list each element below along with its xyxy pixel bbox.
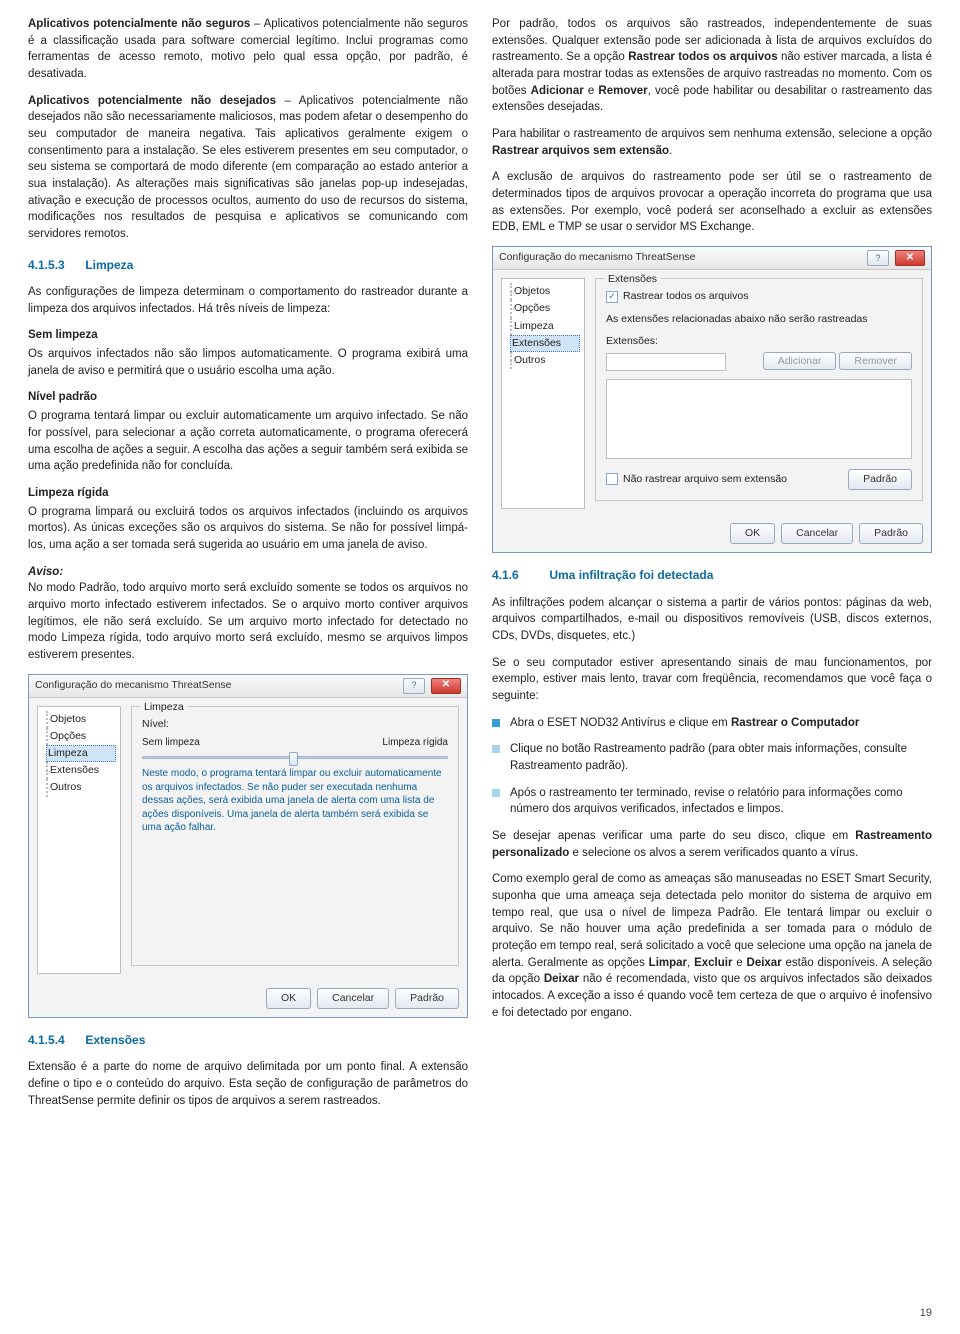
close-icon[interactable]: ✕ [431, 678, 461, 694]
infiltration-p1: As infiltrações podem alcançar o sistema… [492, 595, 932, 645]
tree-item-opcoes[interactable]: Opções [46, 728, 116, 745]
remove-button[interactable]: Remover [839, 352, 912, 370]
default-button[interactable]: Padrão [395, 988, 459, 1009]
heading-4154: 4.1.5.4 Extensões [28, 1032, 468, 1049]
add-button[interactable]: Adicionar [763, 352, 837, 370]
noext-label: Não rastrear arquivo sem extensão [623, 472, 787, 487]
page-number: 19 [920, 1306, 932, 1322]
rest-unwanted: – Aplicativos potencialmente não desejad… [28, 95, 468, 240]
groupbox-limpeza-legend: Limpeza [140, 700, 188, 715]
cancel-button[interactable]: Cancelar [781, 523, 853, 544]
lead-unsafe: Aplicativos potencialmente não seguros [28, 18, 250, 30]
heading-4154-title: Extensões [85, 1033, 145, 1047]
slider-left-label: Sem limpeza [142, 736, 200, 751]
extension-input[interactable] [606, 353, 726, 371]
dialog-extensoes-titlebar[interactable]: Configuração do mecanismo ThreatSense ? … [493, 247, 931, 270]
ext-label: Extensões: [606, 334, 912, 349]
ok-button[interactable]: OK [730, 523, 775, 544]
tree-item-limpeza[interactable]: Limpeza [46, 745, 116, 762]
dialog-limpeza-title: Configuração do mecanismo ThreatSense [35, 678, 397, 693]
tree-item-extensoes[interactable]: Extensões [46, 762, 116, 779]
aviso-h: Aviso: [28, 564, 468, 581]
nivel-padrao-h: Nível padrão [28, 389, 468, 406]
tree-item-objetos[interactable]: Objetos [46, 711, 116, 728]
sem-limpeza-h: Sem limpeza [28, 327, 468, 344]
dialog-limpeza: Configuração do mecanismo ThreatSense ? … [28, 674, 468, 1018]
heading-4153-title: Limpeza [85, 258, 133, 272]
tree-item-outros[interactable]: Outros [510, 352, 580, 369]
left-column: Aplicativos potencialmente não seguros –… [28, 16, 468, 1119]
heading-4153-num: 4.1.5.3 [28, 257, 82, 274]
sem-limpeza-p: Os arquivos infectados não são limpos au… [28, 346, 468, 379]
nivel-label: Nível: [142, 717, 448, 732]
cancel-button[interactable]: Cancelar [317, 988, 389, 1009]
dialog-extensoes-tree[interactable]: Objetos Opções Limpeza Extensões Outros [501, 278, 585, 509]
limpeza-rigida-p: O programa limpará ou excluirá todos os … [28, 504, 468, 554]
extensoes-p: Extensão é a parte do nome de arquivo de… [28, 1059, 468, 1109]
list-item: Abra o ESET NOD32 Antivírus e clique em … [492, 715, 932, 732]
tree-item-limpeza[interactable]: Limpeza [510, 318, 580, 335]
groupbox-extensoes-legend: Extensões [604, 272, 661, 287]
slider-thumb[interactable] [289, 752, 298, 766]
list-item: Após o rastreamento ter terminado, revis… [492, 785, 932, 818]
tree-item-objetos[interactable]: Objetos [510, 283, 580, 300]
noext-checkbox-row[interactable]: Não rastrear arquivo sem extensão [606, 472, 787, 487]
bullet-icon [492, 719, 500, 727]
default-button[interactable]: Padrão [859, 523, 923, 544]
scan-all-checkbox-row[interactable]: ✓ Rastrear todos os arquivos [606, 289, 748, 304]
close-icon[interactable]: ✕ [895, 250, 925, 266]
ext-note: As extensões relacionadas abaixo não ser… [606, 312, 912, 327]
checkbox-checked-icon[interactable]: ✓ [606, 291, 618, 303]
tree-item-opcoes[interactable]: Opções [510, 300, 580, 317]
right-column: Por padrão, todos os arquivos são rastre… [492, 16, 932, 1119]
default-inner-button[interactable]: Padrão [848, 469, 912, 490]
ext-default-p: Por padrão, todos os arquivos são rastre… [492, 16, 932, 116]
bullet-icon [492, 789, 500, 797]
example-p: Como exemplo geral de como as ameaças sã… [492, 871, 932, 1021]
dialog-limpeza-tree[interactable]: Objetos Opções Limpeza Extensões Outros [37, 706, 121, 974]
heading-416-num: 4.1.6 [492, 567, 546, 584]
help-icon[interactable]: ? [403, 678, 425, 694]
aviso-p: No modo Padrão, todo arquivo morto será … [28, 580, 468, 663]
groupbox-extensoes: Extensões ✓ Rastrear todos os arquivos A… [595, 278, 923, 501]
dialog-limpeza-titlebar[interactable]: Configuração do mecanismo ThreatSense ? … [29, 675, 467, 698]
slider-right-label: Limpeza rígida [382, 736, 448, 751]
para-apps-unsafe: Aplicativos potencialmente não seguros –… [28, 16, 468, 83]
bullet-icon [492, 745, 500, 753]
dialog-extensoes: Configuração do mecanismo ThreatSense ? … [492, 246, 932, 553]
custom-scan-p: Se desejar apenas verificar uma parte do… [492, 828, 932, 861]
nivel-padrao-p: O programa tentará limpar ou excluir aut… [28, 408, 468, 475]
ext-noext-p: Para habilitar o rastreamento de arquivo… [492, 126, 932, 159]
help-icon[interactable]: ? [867, 250, 889, 266]
extensions-listbox[interactable] [606, 379, 912, 459]
cleaning-desc: Neste modo, o programa tentará limpar ou… [142, 767, 448, 835]
scan-all-label: Rastrear todos os arquivos [623, 289, 748, 304]
cleaning-level-slider[interactable] [142, 756, 448, 759]
tree-item-extensoes[interactable]: Extensões [510, 335, 580, 352]
steps-list: Abra o ESET NOD32 Antivírus e clique em … [492, 715, 932, 818]
heading-4153: 4.1.5.3 Limpeza [28, 257, 468, 274]
infiltration-p2: Se o seu computador estiver apresentando… [492, 655, 932, 705]
dialog-extensoes-title: Configuração do mecanismo ThreatSense [499, 250, 861, 265]
limpeza-rigida-h: Limpeza rígida [28, 485, 468, 502]
heading-4154-num: 4.1.5.4 [28, 1032, 82, 1049]
lead-unwanted: Aplicativos potencialmente não desejados [28, 95, 276, 107]
limpeza-intro: As configurações de limpeza determinam o… [28, 284, 468, 317]
checkbox-icon[interactable] [606, 473, 618, 485]
para-apps-unwanted: Aplicativos potencialmente não desejados… [28, 93, 468, 243]
ext-exclude-p: A exclusão de arquivos do rastreamento p… [492, 169, 932, 236]
heading-416: 4.1.6 Uma infiltração foi detectada [492, 567, 932, 584]
list-item: Clique no botão Rastreamento padrão (par… [492, 741, 932, 774]
tree-item-outros[interactable]: Outros [46, 779, 116, 796]
heading-416-title: Uma infiltração foi detectada [549, 568, 713, 582]
groupbox-limpeza: Limpeza Nível: Sem limpeza Limpeza rígid… [131, 706, 459, 966]
ok-button[interactable]: OK [266, 988, 311, 1009]
